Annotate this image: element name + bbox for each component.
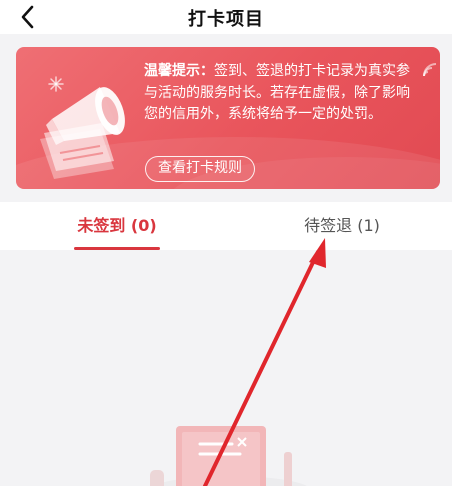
empty-state-illustration bbox=[150, 426, 307, 486]
tab-content bbox=[0, 250, 452, 486]
notice-label: 温馨提示： bbox=[144, 63, 214, 79]
signal-waves-icon bbox=[423, 63, 437, 77]
nav-bar: 打卡项目 bbox=[0, 0, 452, 34]
page-title: 打卡项目 bbox=[188, 9, 264, 30]
tab-pending-sign-out[interactable]: 待签退 (1) bbox=[282, 212, 402, 248]
notice-text: 温馨提示：签到、签退的打卡记录为真实参与活动的服务时长。若存在虚假，除了影响您的… bbox=[144, 61, 420, 126]
view-rules-button[interactable]: 查看打卡规则 bbox=[145, 156, 255, 182]
tab-bar: 未签到 (0) 待签退 (1) bbox=[0, 202, 452, 250]
megaphone-icon bbox=[40, 76, 125, 179]
tab-not-signed-in[interactable]: 未签到 (0) bbox=[60, 212, 174, 248]
screen: 打卡项目 温馨提示：签到、签退的打卡记录为真实参与活动的服务时长。若存在虚假，除… bbox=[0, 0, 452, 486]
